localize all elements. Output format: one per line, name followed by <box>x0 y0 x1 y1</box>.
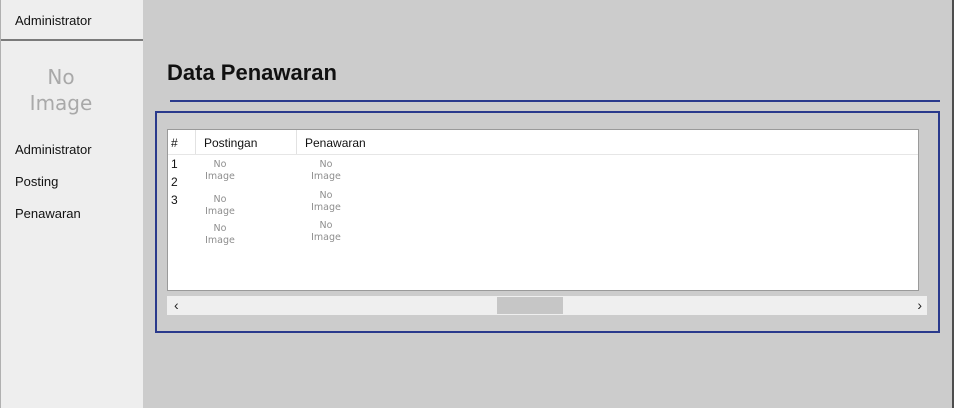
column-header-postingan: Postingan <box>204 136 258 150</box>
avatar-placeholder-line-1: No <box>47 65 75 89</box>
data-panel: # Postingan Penawaran 1 2 3 No Image No … <box>155 111 940 333</box>
penawaran-image-placeholder-3: No Image <box>306 220 346 244</box>
column-divider <box>195 130 196 154</box>
placeholder-text: Image <box>205 235 235 246</box>
scroll-left-icon[interactable]: ‹ <box>174 297 179 314</box>
page-title: Data Penawaran <box>167 60 337 85</box>
sidebar-item-posting[interactable]: Posting <box>15 174 58 189</box>
avatar: No Image <box>1 64 121 116</box>
placeholder-text: No <box>213 223 227 234</box>
app-window: Administrator No Image Administrator Pos… <box>0 0 954 408</box>
penawaran-image-placeholder-1: No Image <box>306 159 346 183</box>
title-divider <box>170 100 940 102</box>
postingan-image-placeholder-3: No Image <box>200 223 240 247</box>
sidebar-header: Administrator <box>1 0 143 41</box>
postingan-image-placeholder-1: No Image <box>200 159 240 183</box>
placeholder-text: Image <box>205 171 235 182</box>
column-divider <box>296 130 297 154</box>
placeholder-text: No <box>319 190 333 201</box>
sidebar-item-administrator[interactable]: Administrator <box>15 142 92 157</box>
sidebar-item-penawaran[interactable]: Penawaran <box>15 206 81 221</box>
row-number-3: 3 <box>171 193 178 207</box>
scrollbar-thumb[interactable] <box>497 297 563 314</box>
column-header-number: # <box>171 136 178 150</box>
penawaran-image-placeholder-2: No Image <box>306 190 346 214</box>
avatar-placeholder-line-2: Image <box>29 91 93 115</box>
placeholder-text: Image <box>311 171 341 182</box>
horizontal-scrollbar[interactable]: ‹ › <box>167 296 927 315</box>
column-header-penawaran: Penawaran <box>305 136 366 150</box>
placeholder-text: Image <box>205 206 235 217</box>
placeholder-text: Image <box>311 232 341 243</box>
postingan-image-placeholder-2: No Image <box>200 194 240 218</box>
placeholder-text: No <box>319 159 333 170</box>
scroll-right-icon[interactable]: › <box>917 297 922 314</box>
placeholder-text: No <box>319 220 333 231</box>
placeholder-text: No <box>213 194 227 205</box>
sidebar: Administrator No Image Administrator Pos… <box>1 0 143 408</box>
data-table: # Postingan Penawaran 1 2 3 No Image No … <box>167 129 919 291</box>
row-number-2: 2 <box>171 175 178 189</box>
table-header: # Postingan Penawaran <box>168 130 918 155</box>
placeholder-text: Image <box>311 202 341 213</box>
row-number-1: 1 <box>171 157 178 171</box>
sidebar-header-label: Administrator <box>15 13 92 28</box>
placeholder-text: No <box>213 159 227 170</box>
